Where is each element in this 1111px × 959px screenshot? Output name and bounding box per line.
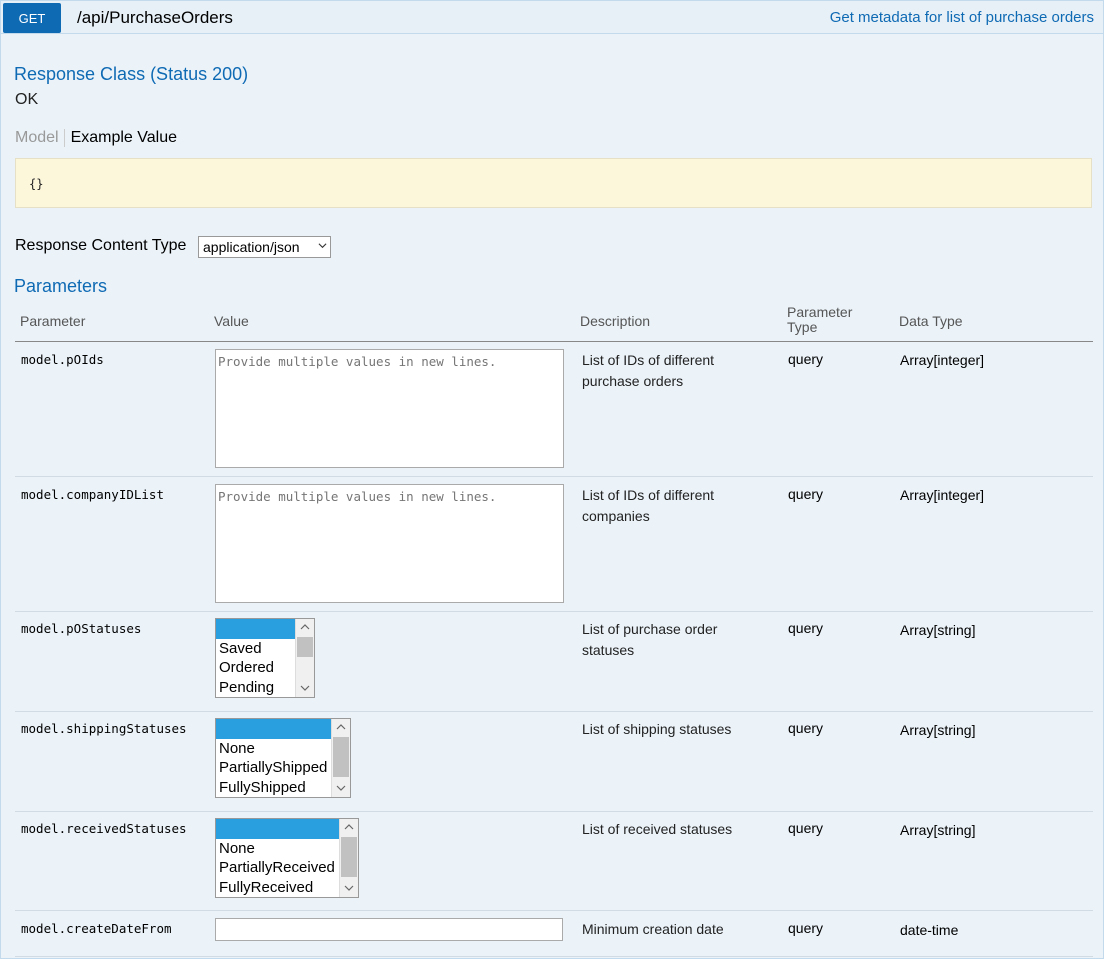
response-content-type-select[interactable]: application/json [198, 236, 331, 258]
response-content-type-label: Response Content Type [15, 237, 187, 254]
row-divider [15, 910, 1093, 911]
column-header-parameter: Parameter [20, 313, 86, 329]
column-header-data-type: Data Type [899, 313, 963, 329]
endpoint-path[interactable]: /api/PurchaseOrders [77, 8, 233, 28]
param-type: query [788, 620, 824, 636]
param-data-type: Array[integer] [900, 352, 985, 368]
example-value-text: {} [29, 177, 44, 191]
listbox-option[interactable] [216, 619, 295, 639]
response-content-type-value: application/json [203, 239, 300, 255]
param-name: model.receivedStatuses [21, 821, 187, 836]
operation-heading[interactable]: GET /api/PurchaseOrders Get metadata for… [1, 1, 1103, 34]
column-header-parameter-type-line2: Type [787, 319, 818, 335]
listbox-option[interactable]: PartiallyReceived [216, 858, 358, 878]
column-header-parameter-type: Parameter Type [787, 305, 852, 335]
tab-example-value[interactable]: Example Value [65, 129, 177, 147]
param-name: model.createDateFrom [21, 921, 172, 936]
param-data-type: Array[string] [900, 622, 976, 638]
row-divider [15, 611, 1093, 612]
row-divider [15, 476, 1093, 477]
chevron-down-icon[interactable] [336, 783, 346, 793]
scrollbar-thumb[interactable] [341, 837, 357, 877]
model-tabs: Model Example Value [15, 126, 177, 150]
listbox-option[interactable]: FullyReceived [216, 878, 358, 898]
param-type: query [788, 486, 824, 502]
listbox-scrollbar[interactable] [331, 719, 350, 797]
param-name: model.pOStatuses [21, 621, 142, 636]
chevron-up-icon[interactable] [336, 722, 346, 732]
scrollbar-thumb[interactable] [297, 637, 313, 657]
param-description: List of IDs of different companies [582, 487, 715, 524]
parameters-title: Parameters [14, 276, 108, 296]
param-type: query [788, 920, 824, 936]
endpoint-summary-link[interactable]: Get metadata for list of purchase orders [830, 9, 1094, 26]
param-description: List of received statuses [582, 821, 733, 837]
listbox-option[interactable]: None [216, 839, 358, 859]
listbox-option[interactable]: FullyShipped [216, 778, 350, 798]
column-header-value: Value [214, 313, 249, 329]
param-description: List of IDs of different purchase orders [582, 352, 715, 389]
param-value-shippingStatuses-listbox[interactable]: None PartiallyShipped FullyShipped [215, 718, 351, 798]
param-value-receivedStatuses-listbox[interactable]: None PartiallyReceived FullyReceived [215, 818, 359, 898]
param-data-type: date-time [900, 922, 959, 938]
param-value-pOIds-input[interactable] [215, 349, 564, 468]
param-value-pOStatuses-listbox[interactable]: Saved Ordered Pending [215, 618, 315, 698]
chevron-up-icon[interactable] [344, 822, 354, 832]
chevron-up-icon[interactable] [300, 622, 310, 632]
param-data-type: Array[integer] [900, 487, 985, 503]
example-value-box: {} [15, 158, 1092, 208]
param-description: Minimum creation date [582, 921, 724, 937]
chevron-down-icon[interactable] [344, 883, 354, 893]
param-name: model.shippingStatuses [21, 721, 187, 736]
response-status-text: OK [15, 91, 39, 108]
listbox-scrollbar[interactable] [295, 619, 314, 697]
listbox-option[interactable] [216, 719, 331, 739]
column-header-parameter-type-line1: Parameter [787, 304, 853, 320]
param-description: List of purchase order statuses [582, 621, 718, 658]
http-method-badge[interactable]: GET [3, 3, 61, 33]
column-header-description: Description [580, 313, 651, 329]
param-value-companyIDList-input[interactable] [215, 484, 564, 603]
param-type: query [788, 720, 824, 736]
chevron-down-icon[interactable] [300, 683, 310, 693]
param-type: query [788, 351, 824, 367]
row-divider [15, 956, 1093, 957]
param-name: model.pOIds [21, 352, 104, 367]
param-value-createDateFrom-input[interactable] [215, 918, 563, 941]
table-header-divider [15, 341, 1093, 342]
listbox-option[interactable]: None [216, 739, 350, 759]
listbox-option[interactable] [216, 819, 339, 839]
listbox-scrollbar[interactable] [339, 819, 358, 897]
param-name: model.companyIDList [21, 487, 164, 502]
scrollbar-thumb[interactable] [333, 737, 349, 777]
response-class-title: Response Class (Status 200) [14, 64, 249, 84]
operation-panel: GET /api/PurchaseOrders Get metadata for… [0, 0, 1104, 959]
param-data-type: Array[string] [900, 722, 976, 738]
listbox-option[interactable]: PartiallyShipped [216, 758, 350, 778]
tab-model[interactable]: Model [15, 129, 65, 147]
chevron-down-icon [318, 243, 327, 249]
row-divider [15, 811, 1093, 812]
param-type: query [788, 820, 824, 836]
row-divider [15, 711, 1093, 712]
param-description: List of shipping statuses [582, 721, 732, 737]
param-data-type: Array[string] [900, 822, 976, 838]
